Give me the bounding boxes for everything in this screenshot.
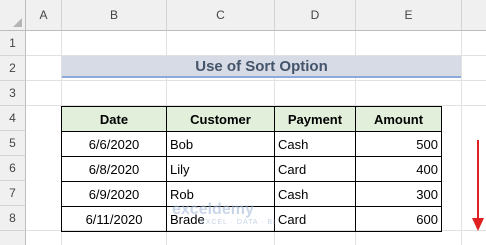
arrow-down-icon [472,140,484,231]
watermark-subtext: EXCEL · DATA · BI [200,219,276,226]
column-header-d[interactable]: D [275,0,356,31]
column-header-b[interactable]: B [62,0,167,31]
cell-payment[interactable]: Card [274,156,356,182]
cell-amount[interactable]: 600 [355,206,442,232]
row-header-4[interactable]: 4 [0,106,26,131]
cell-payment[interactable]: Card [274,206,356,232]
row-header-5[interactable]: 5 [0,131,26,156]
row-header-2[interactable]: 2 [0,56,26,81]
column-header-e[interactable]: E [356,0,462,31]
select-all-corner[interactable] [0,0,26,31]
row-header-8[interactable]: 8 [0,206,26,231]
header-cell-payment[interactable]: Payment [274,106,356,132]
cell-date[interactable]: 6/8/2020 [61,156,167,182]
row-header-1[interactable]: 1 [0,31,26,56]
column-header-c[interactable]: C [167,0,275,31]
header-cell-amount[interactable]: Amount [355,106,442,132]
cell-amount[interactable]: 300 [355,181,442,207]
table-row: 6/8/2020 Lily Card 400 [61,156,442,182]
cell-payment[interactable]: Cash [274,181,356,207]
column-header-a[interactable]: A [26,0,62,31]
row-header-9[interactable] [0,231,26,245]
row-header-6[interactable]: 6 [0,156,26,181]
sheet-title[interactable]: Use of Sort Option [62,56,461,78]
cell-date[interactable]: 6/11/2020 [61,206,167,232]
cell-payment[interactable]: Cash [274,131,356,157]
spreadsheet: A B C D E 1 2 3 4 5 6 7 8 Use of Sort Op… [0,0,486,245]
watermark-text: exceldemy [172,201,254,218]
gridline [461,31,462,245]
header-cell-date[interactable]: Date [61,106,167,132]
header-cell-customer[interactable]: Customer [166,106,275,132]
gridline [26,80,486,81]
row-header-3[interactable]: 3 [0,81,26,106]
cell-customer[interactable]: Lily [166,156,275,182]
cell-customer[interactable]: Bob [166,131,275,157]
select-all-triangle-icon [13,18,22,27]
cell-date[interactable]: 6/6/2020 [61,131,167,157]
row-header-7[interactable]: 7 [0,181,26,206]
cell-amount[interactable]: 400 [355,156,442,182]
table-header-row: Date Customer Payment Amount [61,106,442,132]
table-row: 6/6/2020 Bob Cash 500 [61,131,442,157]
column-header-f[interactable] [462,0,486,31]
cell-amount[interactable]: 500 [355,131,442,157]
cell-date[interactable]: 6/9/2020 [61,181,167,207]
